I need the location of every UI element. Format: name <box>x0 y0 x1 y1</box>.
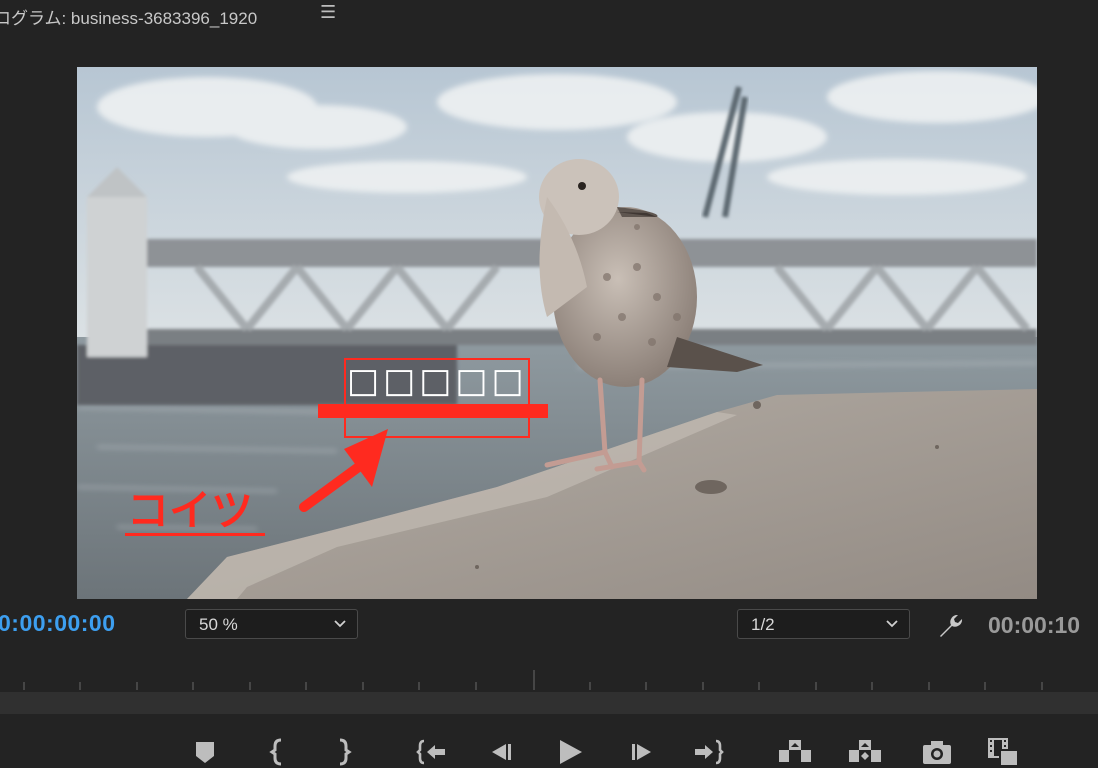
playback-resolution-select[interactable]: 1/2 <box>737 609 910 639</box>
camera-icon <box>923 741 951 764</box>
step-forward-icon <box>632 744 651 760</box>
time-ruler[interactable] <box>0 668 1098 692</box>
mark-out-icon <box>339 738 352 766</box>
chevron-down-icon <box>886 620 898 628</box>
annotation-arrow-icon <box>299 429 388 512</box>
strike-bar <box>318 404 548 418</box>
lift-icon <box>779 740 811 762</box>
duration-timecode: 00:00:10 <box>988 612 1081 638</box>
current-timecode[interactable]: 0:00:00:00 <box>0 610 116 637</box>
zoom-level-value: 50 % <box>199 615 238 634</box>
go-to-in-button[interactable] <box>413 736 449 768</box>
play-button[interactable] <box>552 736 588 768</box>
film-strip-icon <box>988 738 1019 767</box>
play-icon <box>560 740 582 764</box>
annotation-underline <box>125 533 265 536</box>
overlay-text: □□□□□ <box>347 361 528 401</box>
panel-header: ログラム: business-3683396_1920 ☰ <box>0 0 1098 30</box>
mark-out-button[interactable] <box>324 736 360 768</box>
go-to-in-icon <box>416 739 445 765</box>
panel-title: ログラム: business-3683396_1920 <box>0 9 258 28</box>
step-back-icon <box>492 744 511 760</box>
export-frame-button[interactable] <box>919 736 955 768</box>
step-forward-button[interactable] <box>625 736 661 768</box>
annotation-label: コイツ <box>127 486 254 535</box>
mark-in-icon <box>269 738 282 766</box>
zoom-level-select[interactable]: 50 % <box>185 609 358 639</box>
playback-resolution-value: 1/2 <box>751 615 775 634</box>
extract-button[interactable] <box>847 736 883 768</box>
go-to-out-icon <box>695 739 724 765</box>
program-monitor-video: □□□□□ コイツ <box>77 67 1037 599</box>
add-marker-button[interactable] <box>187 736 223 768</box>
add-marker-icon <box>196 742 214 763</box>
step-back-button[interactable] <box>482 736 518 768</box>
extract-icon <box>849 740 881 762</box>
wrench-settings-icon[interactable] <box>934 610 964 640</box>
zoom-scrollbar[interactable] <box>0 692 1098 714</box>
go-to-out-button[interactable] <box>691 736 727 768</box>
compare-view-button[interactable] <box>986 736 1022 768</box>
chevron-down-icon <box>334 620 346 628</box>
hamburger-menu-icon[interactable]: ☰ <box>320 2 336 23</box>
lift-button[interactable] <box>777 736 813 768</box>
mark-in-button[interactable] <box>261 736 297 768</box>
